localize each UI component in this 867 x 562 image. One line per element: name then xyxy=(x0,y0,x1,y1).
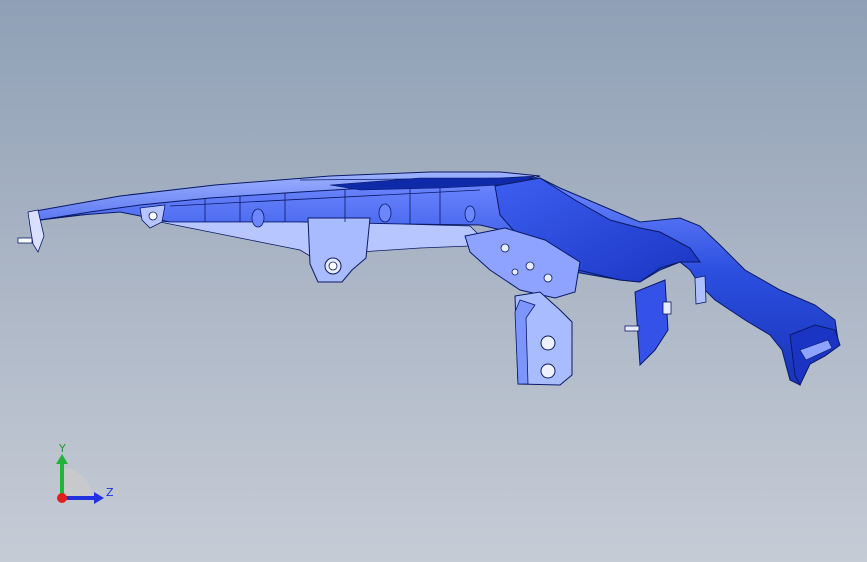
rear-post xyxy=(694,275,707,305)
triad-x-axis-dot xyxy=(57,493,67,503)
left-end-pin xyxy=(17,237,33,244)
right-vertical-bracket xyxy=(634,279,669,367)
triad-plane-disc xyxy=(62,468,92,498)
right-bracket-bolt xyxy=(662,301,672,315)
triad-z-label: Z xyxy=(106,486,114,499)
center-tab xyxy=(307,217,371,283)
center-tab-hole-inner xyxy=(328,261,338,271)
bracket-hole-lower xyxy=(540,363,556,379)
bracket-hole-upper xyxy=(540,335,556,351)
left-tab-hole xyxy=(148,211,158,221)
right-bracket-pin xyxy=(624,325,640,332)
3d-part-model[interactable] xyxy=(0,0,867,562)
triad-y-label: Y xyxy=(58,442,66,455)
triad-z-arrow-icon xyxy=(94,492,104,504)
triad-y-arrow-icon xyxy=(56,454,68,464)
orientation-triad[interactable]: Y Z xyxy=(40,440,130,515)
graphics-viewport[interactable]: Y Z xyxy=(0,0,867,562)
